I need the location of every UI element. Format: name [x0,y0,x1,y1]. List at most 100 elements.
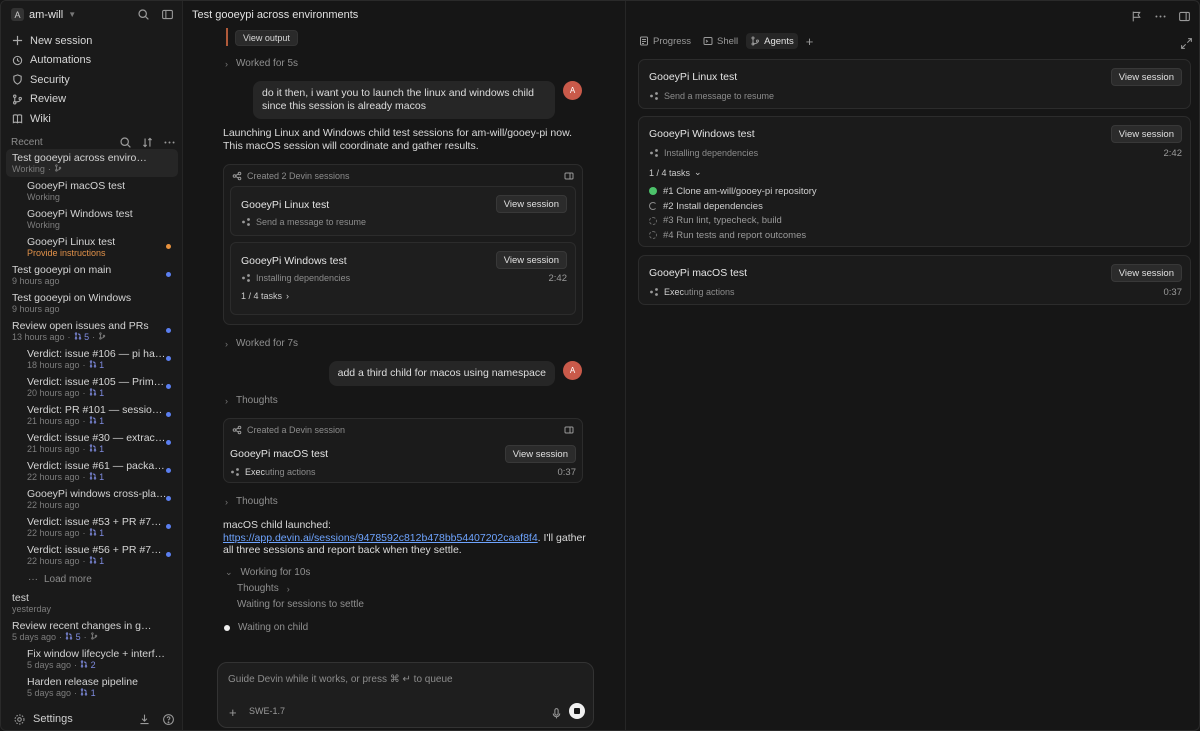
view-session-button[interactable]: View session [504,445,576,463]
unread-dot [166,244,171,249]
session-item[interactable]: Review recent changes in gooey-pi5 days … [1,617,183,645]
chat-panel: Test gooeypi across environments View ou… [184,1,626,730]
child-session-item[interactable]: Verdict: issue #105 — Prime prom…20 hour… [1,373,183,401]
session-meta: 21 hours ago · 1 [27,416,172,427]
view-session-button[interactable]: View session [495,251,567,269]
child-session-item[interactable]: GooeyPi macOS test Working [1,177,183,205]
separator: · [82,444,86,454]
session-meta: 13 hours ago · 5 · [12,332,172,343]
more-icon[interactable] [162,135,176,149]
thoughts-toggle[interactable]: › Thoughts [225,496,278,507]
workspace-avatar: A [11,8,24,21]
composer[interactable]: Guide Devin while it works, or press ⌘ ↵… [217,662,594,728]
child-session-item[interactable]: Verdict: issue #61 — packaged Wi…22 hour… [1,457,183,485]
view-output-button[interactable]: View output [235,30,298,46]
working-toggle[interactable]: ⌄ Working for 10s [225,567,310,578]
worked-toggle[interactable]: › Worked for 5s [225,58,298,69]
stop-button[interactable] [569,703,585,719]
pr-count-badge: 1 [89,416,104,427]
sort-icon[interactable] [140,135,154,149]
status-text: Installing dependencies [664,148,759,158]
child-session-item[interactable]: Verdict: issue #53 + PR #76 — co…22 hour… [1,513,183,541]
thoughts-toggle[interactable]: Thoughts › [237,583,290,594]
session-title: Verdict: issue #105 — Prime prom… [27,376,167,388]
child-session-item[interactable]: Verdict: issue #106 — pi harness …18 hou… [1,345,183,373]
unread-dot [166,468,171,473]
session-item[interactable]: Test gooeypi on Windows 9 hours ago [1,289,183,317]
unread-dot [166,440,171,445]
child-session-item[interactable]: Fix window lifecycle + interface zoom5 d… [1,645,183,673]
waiting-label: Waiting on child [238,622,309,633]
nav-review[interactable]: Review [1,90,183,110]
agents-icon [232,425,242,435]
separator: · [67,332,71,342]
session-title: Review open issues and PRs [12,320,149,332]
child-session-item[interactable]: Verdict: issue #56 + PR #73 — shi…22 hou… [1,541,183,569]
tasks-toggle[interactable]: 1 / 4 tasks › [241,291,289,301]
child-session-item[interactable]: GooeyPi Linux test Provide instructions [1,233,183,261]
message-text: macOS child launched: [223,519,331,531]
child-session-item[interactable]: Harden release pipeline 5 days ago · 1 [1,673,183,701]
status-text: Send a message to resume [256,217,367,227]
sidebar-toggle-icon[interactable] [1177,9,1191,23]
view-session-button[interactable]: View session [1110,264,1182,282]
sidebar-toggle-icon[interactable] [160,7,174,21]
tab-shell[interactable]: Shell [699,33,742,49]
view-session-button[interactable]: View session [495,195,567,213]
expand-icon[interactable] [1179,36,1193,50]
tab-agents[interactable]: Agents [746,33,798,49]
plus-icon[interactable]: + [229,705,237,720]
session-item[interactable]: Review open issues and PRs 13 hours ago · … [1,317,183,345]
session-timer: 0:37 [557,467,577,478]
separator: · [82,388,86,398]
child-session-item[interactable]: Verdict: issue #30 — extract-zip tr…21 h… [1,429,183,457]
view-session-button[interactable]: View session [1110,125,1182,143]
card-header-label: Created a Devin session [247,424,346,435]
composer-input[interactable]: Guide Devin while it works, or press ⌘ ↵… [228,674,453,685]
settings-button[interactable]: Settings [12,712,73,726]
child-session-item[interactable]: Verdict: PR #101 — session-derive…21 hou… [1,401,183,429]
pr-count-badge: 5 [65,632,81,643]
thoughts-toggle[interactable]: › Thoughts [225,395,278,406]
nav-new-session[interactable]: New session [1,31,183,51]
tasks-toggle[interactable]: 1 / 4 tasks ⌄ [649,167,702,178]
nav-automations[interactable]: Automations [1,51,183,71]
child-session-item[interactable]: GooeyPi Windows test Working [1,205,183,233]
load-more-button[interactable]: ··· Load more [1,569,183,589]
session-status: Installing dependencies [241,273,350,283]
panel-icon[interactable] [564,171,574,181]
task-label: #4 Run tests and report outcomes [663,229,807,241]
download-icon[interactable] [137,712,151,726]
view-session-button[interactable]: View session [1110,68,1182,86]
more-icon[interactable] [1153,9,1167,23]
tab-label: Agents [764,35,794,47]
search-icon[interactable] [118,135,132,149]
session-item[interactable]: Test gooeypi on main 9 hours ago [1,261,183,289]
chevron-down-icon: ⌄ [225,567,233,577]
child-session-item[interactable]: GooeyPi windows cross-platform …22 hours… [1,485,183,513]
panel-icon[interactable] [564,425,574,435]
microphone-icon[interactable] [549,706,563,720]
add-tab-button[interactable]: + [802,33,818,49]
worked-toggle[interactable]: › Worked for 7s [225,338,298,349]
flag-icon[interactable] [1129,9,1143,23]
chevron-right-icon: › [225,338,228,349]
help-icon[interactable] [161,712,175,726]
session-item[interactable]: test yesterday [1,589,183,617]
session-item[interactable]: Test gooeypi across environmentsWorking· [6,149,178,177]
check-circle-icon [649,187,657,196]
status-dot [224,624,230,631]
nav-security[interactable]: Security [1,70,183,90]
session-time: 21 hours ago [27,444,80,454]
workspace-switcher[interactable]: A am-will ▼ [11,8,76,21]
nav-wiki[interactable]: Wiki [1,109,183,129]
session-link[interactable]: https://app.devin.ai/sessions/9478592c81… [223,532,538,544]
model-selector[interactable]: SWE-1.7 [249,706,285,716]
recent-header: Recent [11,135,176,149]
unread-dot [166,524,171,529]
tasks-label: 1 / 4 tasks [241,291,283,301]
tab-progress[interactable]: Progress [635,33,695,49]
pending-circle-icon [649,231,657,240]
search-icon[interactable] [136,7,150,21]
nav-label: Wiki [30,112,51,125]
